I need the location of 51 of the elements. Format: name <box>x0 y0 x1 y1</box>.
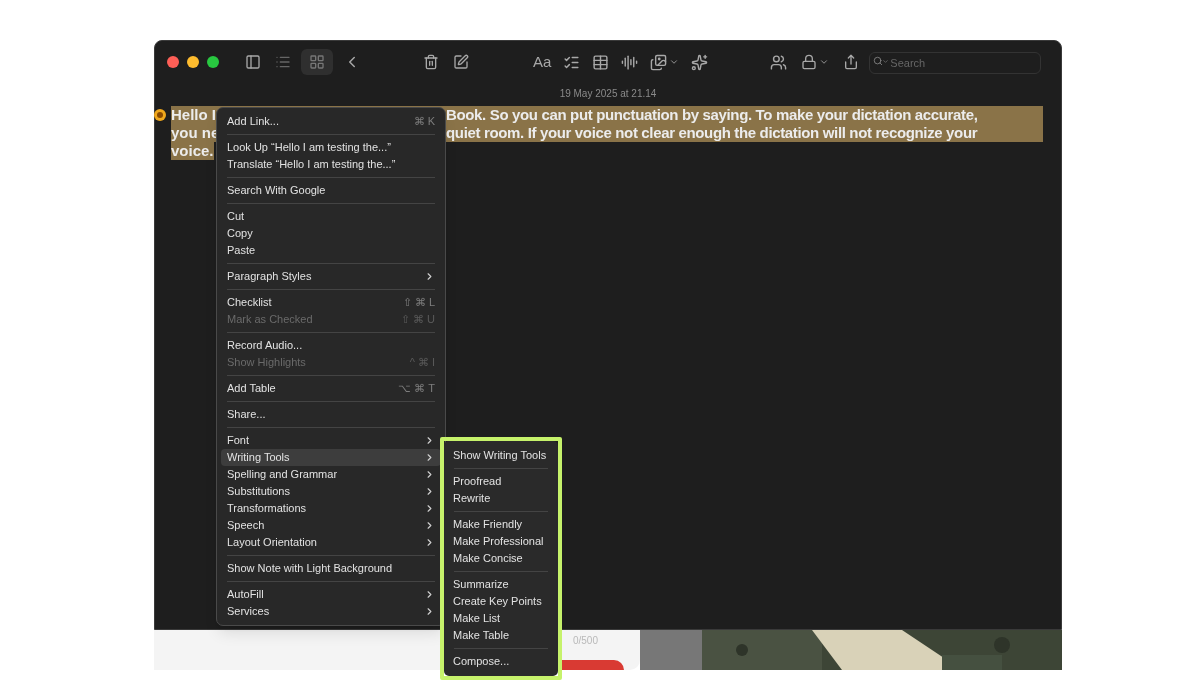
menu-item[interactable]: Share... <box>221 406 441 423</box>
menu-item[interactable]: Add Table ⌥ ⌘ T <box>221 380 441 397</box>
menu-item[interactable]: Copy <box>221 225 441 242</box>
menu-item[interactable]: Writing Tools <box>221 449 441 466</box>
menu-item[interactable]: Transformations <box>221 500 441 517</box>
menu-item[interactable]: Spelling and Grammar <box>221 466 441 483</box>
menu-item[interactable]: Paragraph Styles <box>221 268 441 285</box>
highlight-badge-icon <box>153 108 167 122</box>
shortcut-text: ⌥ ⌘ T <box>398 381 435 397</box>
search-icon <box>873 56 884 66</box>
close-button[interactable] <box>167 56 179 68</box>
menu-item[interactable]: Look Up “Hello I am testing the...” <box>221 139 441 156</box>
menu-item[interactable]: Create Key Points <box>448 593 554 610</box>
button-edge <box>562 660 624 670</box>
menu-item[interactable]: Summarize <box>448 576 554 593</box>
menu-item[interactable]: Checklist ⇧ ⌘ L <box>221 294 441 311</box>
menu-item[interactable]: Search With Google <box>221 182 441 199</box>
menu-item[interactable]: Make Professional <box>448 533 554 550</box>
shortcut-text: ⇧ ⌘ L <box>402 295 435 311</box>
grid-view-icon[interactable] <box>301 49 333 75</box>
menu-item[interactable]: Cut <box>221 208 441 225</box>
minimize-button[interactable] <box>187 56 199 68</box>
note-date: 19 May 2025 at 21.14 <box>558 87 658 101</box>
menu-item[interactable]: Make Table <box>448 627 554 644</box>
menu-item[interactable]: Make List <box>448 610 554 627</box>
shortcut-text: ⌘ K <box>413 114 435 130</box>
format-button[interactable]: Aa <box>529 49 556 75</box>
menu-item[interactable]: Proofread <box>448 473 554 490</box>
menu-item[interactable]: Substitutions <box>221 483 441 500</box>
menu-item[interactable]: Layout Orientation <box>221 534 441 551</box>
menu-item[interactable]: Font <box>221 432 441 449</box>
menu-item[interactable]: Compose... <box>448 653 554 670</box>
menu-item[interactable]: AutoFill <box>221 586 441 603</box>
search-field[interactable]: Search <box>869 52 1042 74</box>
menu-item[interactable]: Services <box>221 603 441 620</box>
chevron-icon <box>424 503 435 514</box>
menu-item[interactable]: Paste <box>221 242 441 259</box>
note-text: Book. So you can put punctuation by saying. To make your dictation accurate, <box>446 106 979 124</box>
menu-item[interactable]: Speech <box>221 517 441 534</box>
menu-item[interactable]: Rewrite <box>448 490 554 507</box>
menu-item[interactable]: Show Writing Tools <box>448 447 554 464</box>
menu-item[interactable]: Translate “Hello I am testing the...” <box>221 156 441 173</box>
menu-item[interactable]: Record Audio... <box>221 337 441 354</box>
chevron-icon <box>882 58 890 65</box>
note-text: voice. <box>171 142 214 160</box>
menu-item[interactable]: Show Note with Light Background <box>221 560 441 577</box>
menu-item[interactable]: Make Friendly <box>448 516 554 533</box>
zoom-button[interactable] <box>207 56 219 68</box>
menu-item[interactable]: Make Concise <box>448 550 554 567</box>
menu-item[interactable]: Add Link... ⌘ K <box>221 113 441 130</box>
note-text: quiet room. If your voice not clear enough the dictation will not recognize your <box>446 124 979 142</box>
